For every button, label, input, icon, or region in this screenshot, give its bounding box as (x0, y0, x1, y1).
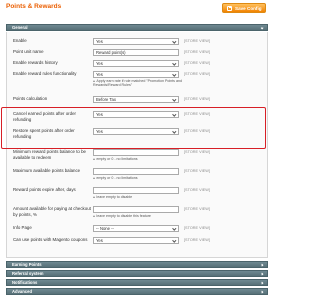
section-general-title: General (12, 25, 28, 30)
section-advanced-header[interactable]: Advanced (6, 288, 268, 295)
field-label: Point unit name (13, 49, 44, 54)
scope-label: [STORE VIEW] (184, 169, 210, 173)
field-label: Can use points with Magento coupons (13, 237, 88, 242)
field-note-text: empty or 0 - no limitations (96, 176, 138, 180)
field-note-text: empty or 0 - no limitations (96, 157, 138, 161)
field-note: Apply earn rate if rule matched "Promoti… (93, 79, 193, 88)
scope-label: [STORE VIEW] (184, 207, 210, 211)
page-header: Points & Rewards Save Config (0, 0, 274, 16)
point-unit-name-input[interactable]: Reward point(s) (93, 49, 179, 56)
field-note: empty or 0 - no limitations (93, 157, 193, 161)
enable-select[interactable]: Yes (93, 38, 179, 45)
field-label: Reward points expire after, days (13, 187, 76, 192)
note-arrow-icon (93, 79, 95, 82)
save-config-label: Save Config (235, 5, 262, 11)
field-label: Maximum available points balance (13, 168, 81, 173)
chevron-right-icon (260, 272, 264, 276)
rewards-history-select[interactable]: Yes (93, 60, 179, 67)
chevron-right-icon (260, 263, 264, 267)
page-title: Points & Rewards (6, 3, 62, 10)
scope-label: [STORE VIEW] (184, 50, 210, 54)
section-title: Notifications (12, 280, 38, 285)
field-note: leave empty to disable this feature (93, 214, 193, 218)
chevron-right-icon (260, 281, 264, 285)
section-general-header[interactable]: General (6, 24, 268, 31)
minimum-balance-input[interactable] (93, 149, 179, 156)
save-config-button[interactable]: Save Config (222, 3, 266, 13)
note-arrow-icon (93, 195, 95, 198)
scope-label: [STORE VIEW] (184, 226, 210, 230)
expire-days-input[interactable] (93, 187, 179, 194)
save-icon (227, 5, 232, 11)
field-note-text: leave empty to disable (96, 195, 133, 199)
scope-label: [STORE VIEW] (184, 72, 210, 76)
section-title: Advanced (12, 289, 33, 294)
field-label: Enable (13, 38, 27, 43)
section-title: Earning Points (12, 262, 42, 267)
section-title: Referral system (12, 271, 44, 276)
points-calculation-select[interactable]: Before Tax (93, 96, 179, 103)
scope-label: [STORE VIEW] (184, 61, 210, 65)
reward-rules-select[interactable]: Yes (93, 71, 179, 78)
section-earning-points-header[interactable]: Earning Points (6, 261, 268, 268)
field-note: leave empty to disable (93, 195, 193, 199)
field-label: Points calculation (13, 96, 48, 101)
chevron-right-icon (260, 290, 264, 294)
coupons-select[interactable]: Yes (93, 237, 179, 244)
scope-label: [STORE VIEW] (184, 39, 210, 43)
scope-label: [STORE VIEW] (184, 238, 210, 242)
section-notifications-header[interactable]: Notifications (6, 279, 268, 286)
chevron-down-icon (260, 26, 264, 30)
note-arrow-icon (93, 176, 95, 179)
scope-label: [STORE VIEW] (184, 188, 210, 192)
field-note-text: Apply earn rate if rule matched "Promoti… (93, 79, 182, 88)
section-referral-system-header[interactable]: Referral system (6, 270, 268, 277)
highlight-box (1, 107, 266, 149)
field-label: Info Page (13, 225, 32, 230)
note-arrow-icon (93, 157, 95, 160)
amount-available-input[interactable] (93, 206, 179, 213)
field-label: Minimum reward points balance to be avai… (13, 149, 86, 160)
field-label: Amount available for paying at checkout … (13, 206, 91, 217)
field-label: Enable rewards history (13, 60, 58, 65)
maximum-balance-input[interactable] (93, 168, 179, 175)
info-page-select[interactable]: -- None -- (93, 225, 179, 232)
field-note: empty or 0 - no limitations (93, 176, 193, 180)
field-label: Enable reward rules functionality (13, 71, 77, 76)
scope-label: [STORE VIEW] (184, 97, 210, 101)
scope-label: [STORE VIEW] (184, 150, 210, 154)
note-arrow-icon (93, 214, 95, 217)
field-note-text: leave empty to disable this feature (96, 214, 151, 218)
